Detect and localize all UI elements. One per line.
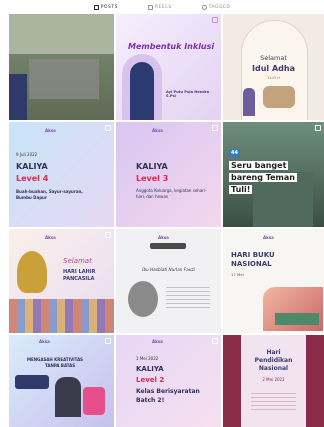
episode-count-badge: 44 xyxy=(229,149,240,157)
brand-logo: Aksa xyxy=(45,235,56,240)
crowd-shape xyxy=(29,59,99,99)
reel-icon xyxy=(315,125,321,131)
post-title: Membentuk Inklusi xyxy=(128,42,215,51)
title-line1: HARI LAHIR xyxy=(63,269,96,275)
garuda-emblem xyxy=(17,251,47,293)
greeting-line2: Idul Adha xyxy=(252,64,295,73)
post-tile-membentuk-inklusi[interactable]: Membentuk Inklusi Ayi Putu Puja Hendra S… xyxy=(116,14,221,120)
tab-tagged[interactable]: TAGGED xyxy=(201,4,231,10)
person-illustration xyxy=(243,88,255,116)
portrait-photo xyxy=(128,281,158,317)
title-line2: PANCASILA xyxy=(63,276,95,282)
post-tile-hari-lahir-pancasila[interactable]: Aksa Selamat HARI LAHIR PANCASILA xyxy=(9,229,114,333)
posts-grid: Membentuk Inklusi Ayi Putu Puja Hendra S… xyxy=(0,14,324,427)
grid-icon xyxy=(93,4,99,10)
class-name: KALIYA xyxy=(16,162,48,171)
post-tile-idul-adha[interactable]: Selamat Idul Adha 1443 H xyxy=(223,14,324,120)
class-level: Level 4 xyxy=(16,174,49,183)
profile-tabs: POSTS REELS TAGGED xyxy=(0,0,324,14)
speaker-photo xyxy=(130,62,154,120)
speaker-photo xyxy=(55,377,81,417)
class-level: Level 2 xyxy=(136,376,165,384)
event-date: 9 Juli 2022 xyxy=(16,152,38,157)
person-name: Ibu Hasbiati Nurlan Fauzi xyxy=(142,267,195,272)
brand-logo: Aksa xyxy=(39,339,50,344)
brand-logo: Aksa xyxy=(158,235,169,240)
caption-line2: bareng Teman xyxy=(229,173,297,182)
title-line2: Pendidikan xyxy=(254,357,293,364)
reels-icon xyxy=(147,4,153,10)
phone-illustration xyxy=(83,387,105,415)
brand-logo: Aksa xyxy=(45,128,56,133)
body-text-lines xyxy=(166,287,210,311)
class-name: KALIYA xyxy=(136,162,168,171)
building-backdrop xyxy=(9,14,114,54)
speaker-name: Ayi Putu Puja Hendra S.Psi xyxy=(166,90,210,98)
goat-illustration xyxy=(263,86,295,108)
brand-logo: Aksa xyxy=(152,128,163,133)
title-line1: Hari xyxy=(266,349,281,356)
carousel-icon xyxy=(212,338,218,344)
post-tile-hari-buku-nasional[interactable]: Aksa HARI BUKU NASIONAL 17 Mei xyxy=(223,229,324,333)
tab-posts-label: POSTS xyxy=(100,4,118,10)
tab-tagged-label: TAGGED xyxy=(208,4,231,10)
person-silhouette xyxy=(9,74,27,120)
class-desc-line2: Batch 2! xyxy=(136,397,165,404)
post-tile-hari-pendidikan[interactable]: Hari Pendidikan Nasional 2 Mei 2022 xyxy=(223,335,324,427)
class-desc: Anggota Keluarga, kegiatan sehari-hari, … xyxy=(136,188,207,199)
carousel-icon xyxy=(212,17,218,23)
post-tile-condolence[interactable]: Aksa Ibu Hasbiati Nurlan Fauzi xyxy=(116,229,221,333)
event-date: 1 Mei 2022 xyxy=(136,356,159,361)
arabic-calligraphy xyxy=(150,243,186,249)
greeting-script: Selamat xyxy=(63,257,92,265)
title-line1: MENGASAH KREATIVITAS xyxy=(27,357,84,362)
title-line2: NASIONAL xyxy=(231,260,272,268)
title-line1: HARI BUKU xyxy=(231,251,275,259)
brand-logo: Aksa xyxy=(263,235,274,240)
class-desc: Buah-buahan, Sayur-sayuran, Bumbu Dapur xyxy=(16,189,83,200)
title-line3: Nasional xyxy=(258,365,289,372)
book-stack xyxy=(275,313,319,325)
class-desc-line1: Kelas Berisyaratan xyxy=(136,388,200,395)
class-level: Level 3 xyxy=(136,174,169,183)
post-tile-kaliya-level3[interactable]: Aksa KALIYA Level 3 Anggota Keluarga, ke… xyxy=(116,122,221,227)
event-date: 2 Mei 2022 xyxy=(262,377,285,382)
post-tile-kaliya-level4[interactable]: Aksa 9 Juli 2022 KALIYA Level 4 Buah-bua… xyxy=(9,122,114,227)
body-text-lines xyxy=(251,393,296,413)
post-tile-kaliya-level2[interactable]: Aksa 1 Mei 2022 KALIYA Level 2 Kelas Ber… xyxy=(116,335,221,427)
people-illustration xyxy=(9,299,114,333)
tab-reels-label: REELS xyxy=(154,4,172,10)
greeting-line1: Selamat xyxy=(260,54,287,62)
brand-logo: Aksa xyxy=(152,339,163,344)
carousel-icon xyxy=(212,125,218,131)
info-box xyxy=(15,375,49,389)
title-line2: TANPA BATAS xyxy=(45,363,76,368)
tab-reels[interactable]: REELS xyxy=(147,4,172,10)
post-tile-photo-outdoor[interactable] xyxy=(9,14,114,120)
event-date: 17 Mei xyxy=(231,272,244,277)
greeting-year: 1443 H xyxy=(267,76,280,80)
post-tile-kreativitas[interactable]: Aksa MENGASAH KREATIVITAS TANPA BATAS xyxy=(9,335,114,427)
class-name: KALIYA xyxy=(136,365,164,373)
tagged-icon xyxy=(201,4,207,10)
carousel-icon xyxy=(105,125,111,131)
caption-line3: Tuli! xyxy=(229,185,253,194)
caption-line1: Seru banget xyxy=(229,161,289,170)
tab-posts[interactable]: POSTS xyxy=(93,4,118,10)
carousel-icon xyxy=(105,338,111,344)
carousel-icon xyxy=(105,232,111,238)
post-tile-seru-banget[interactable]: 44 Seru banget bareng Teman Tuli! xyxy=(223,122,324,227)
